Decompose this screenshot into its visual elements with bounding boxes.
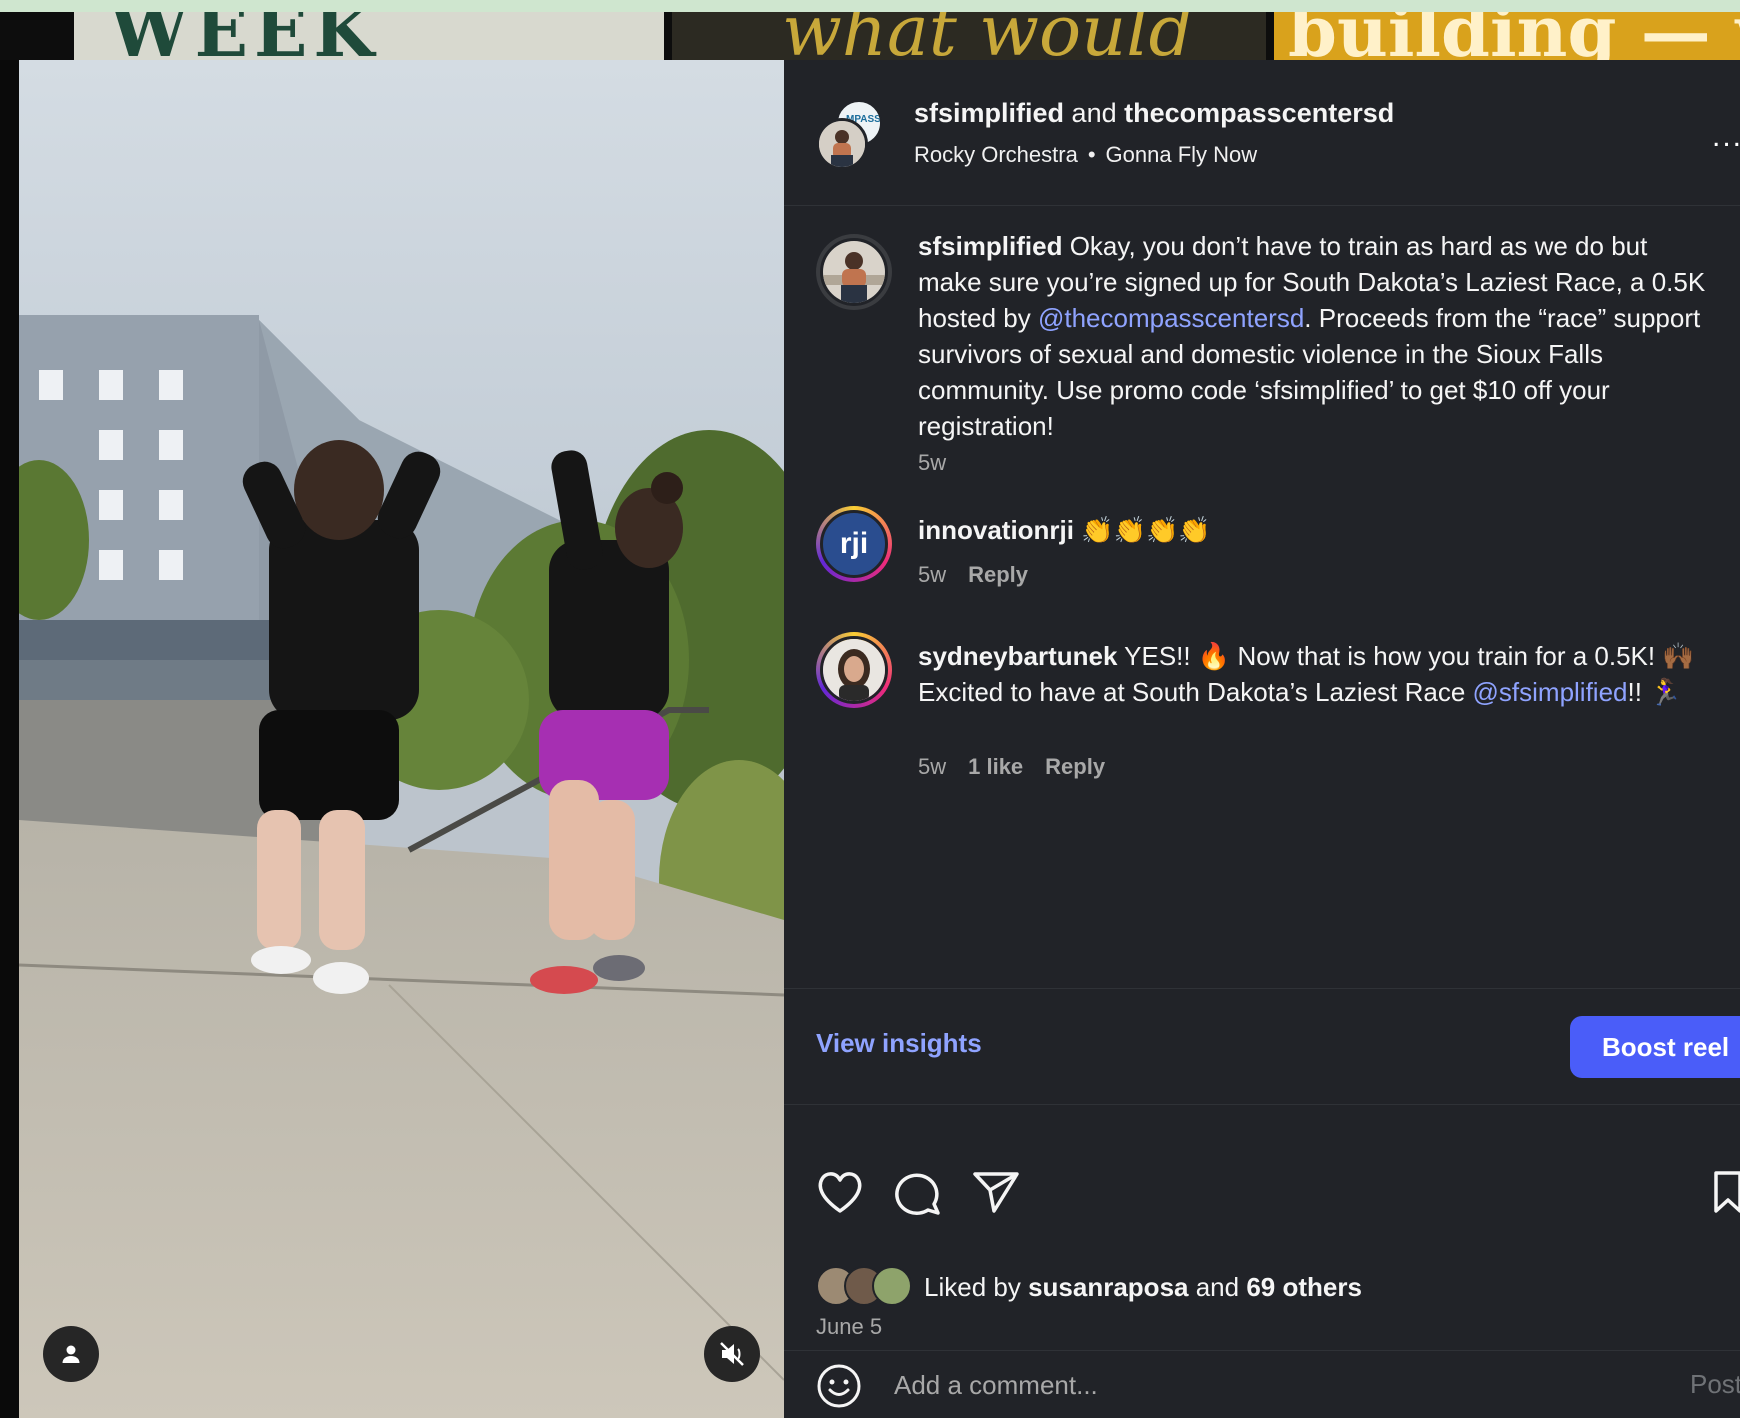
comment-meta: 5w 1 like Reply [918,754,1105,780]
comment-text: innovationrji 👏👏👏👏 [918,512,1718,548]
audio-attribution[interactable]: Rocky Orchestra • Gonna Fly Now [914,142,1257,168]
liker-username[interactable]: susanraposa [1028,1272,1188,1302]
share-icon[interactable] [972,1170,1020,1214]
caption-mention[interactable]: @thecompasscentersd [1038,303,1304,333]
background-thumbnail[interactable]: building — w [1274,12,1740,60]
insights-row: View insights Boost reel [784,988,1740,1104]
comment-avatar[interactable] [816,632,892,708]
reply-button[interactable]: Reply [1045,754,1105,779]
comment-mention[interactable]: @sfsimplified [1473,677,1628,707]
emoji-icon[interactable] [816,1363,862,1409]
heart-icon[interactable] [816,1170,864,1214]
user-icon [62,1345,80,1363]
liker-avatar [872,1266,912,1306]
comment-meta: 5w Reply [918,562,1028,588]
post-comment-button[interactable]: Post [1690,1369,1740,1400]
post-header: MPASS sfsimplified and thecompasscenters… [784,60,1740,206]
likes-count[interactable]: 69 others [1246,1272,1362,1302]
comment-text-part: !! 🏃‍♀️ [1627,677,1682,707]
music-separator: • [1087,142,1096,167]
boost-reel-button[interactable]: Boost reel [1570,1016,1740,1078]
comments-list: sfsimplified Okay, you don’t have to tra… [784,206,1740,988]
caption-avatar[interactable] [816,234,892,310]
thumbnail-text: building — w [1288,12,1740,60]
likes-joiner: and [1188,1272,1247,1302]
music-artist: Rocky Orchestra [914,142,1078,167]
thumbnail-text: WEEK [110,12,381,60]
more-options-button[interactable]: ... [1712,120,1740,154]
avatar-photo [823,639,885,701]
avatar-logo-text: rji [839,527,869,560]
video-frame [19,60,784,1418]
caption-username[interactable]: sfsimplified [918,231,1062,261]
background-thumbnail[interactable]: WEEK [74,12,664,60]
comment-input[interactable] [894,1365,1514,1405]
comment-likes-button[interactable]: 1 like [968,754,1023,779]
collab-avatar-primary [816,118,868,170]
reel-video[interactable] [19,60,784,1418]
browser-top-strip [0,0,1740,12]
comment: sydneybartunek YES!! 🔥 Now that is how y… [784,632,1740,802]
author-username-1[interactable]: sfsimplified [914,98,1064,128]
boost-reel-label: Boost reel [1602,1031,1730,1062]
thumbnail-text: what would [782,12,1194,60]
view-insights-link[interactable]: View insights [816,1028,982,1059]
author-username-2[interactable]: thecompasscentersd [1124,98,1394,128]
comment-text: sydneybartunek YES!! 🔥 Now that is how y… [918,638,1718,710]
post-modal: MPASS sfsimplified and thecompasscenters… [19,60,1740,1418]
background-grid: WEEK what would building — w [0,12,1740,60]
caption-text: sfsimplified Okay, you don’t have to tra… [918,228,1718,444]
likes-prefix: Liked by [924,1272,1029,1302]
post-details-panel: MPASS sfsimplified and thecompasscenters… [784,60,1740,1418]
likes-text: Liked by susanraposa and 69 others [924,1272,1362,1303]
comment: rji innovationrji 👏👏👏👏 5w Reply [784,506,1740,616]
avatar-photo [823,241,885,303]
authors-joiner: and [1071,98,1117,128]
comment-username[interactable]: sydneybartunek [918,641,1117,671]
comment-icon[interactable] [894,1170,942,1216]
music-title: Gonna Fly Now [1105,142,1258,167]
mute-button[interactable] [704,1326,760,1382]
background-thumbnail[interactable]: what would [672,12,1266,60]
muted-speaker-icon [720,1342,744,1366]
reply-button[interactable]: Reply [968,562,1028,587]
post-authors: sfsimplified and thecompasscentersd [914,98,1394,129]
comment-time: 5w [918,562,947,587]
comment-time: 5w [918,754,947,779]
caption: sfsimplified Okay, you don’t have to tra… [784,228,1740,488]
bookmark-icon[interactable] [1712,1170,1740,1214]
collab-avatars[interactable]: MPASS [816,100,886,170]
caption-time: 5w [918,450,947,475]
screen: WEEK what would building — w [0,0,1740,1418]
post-date: June 5 [816,1314,883,1339]
add-comment-bar: Post [784,1350,1740,1418]
avatar-photo [819,121,865,167]
comment-text-part: 👏👏👏👏 [1074,515,1211,545]
tagged-users-button[interactable] [43,1326,99,1382]
comment-avatar[interactable]: rji [816,506,892,582]
comment-username[interactable]: innovationrji [918,515,1074,545]
